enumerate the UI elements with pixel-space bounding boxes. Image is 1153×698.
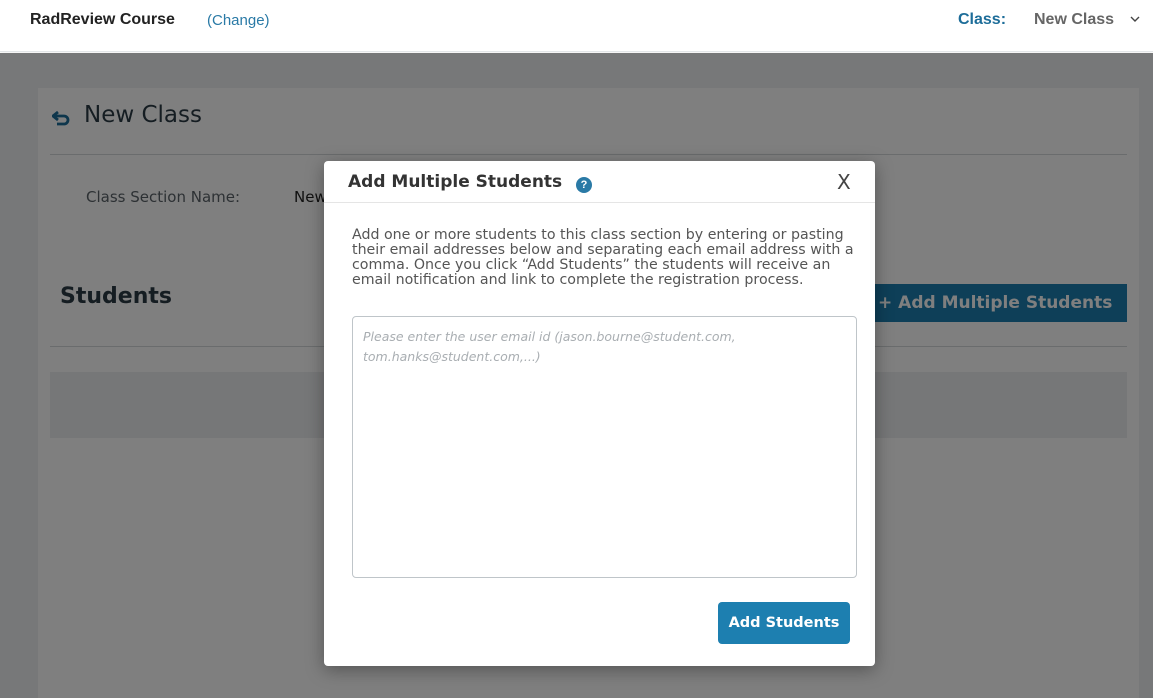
change-course-link[interactable]: (Change)	[207, 12, 270, 29]
course-name: RadReview Course	[30, 11, 175, 28]
add-multiple-students-modal: Add Multiple Students ? X Add one or mor…	[324, 161, 875, 666]
modal-title: Add Multiple Students	[348, 172, 563, 192]
modal-description: Add one or more students to this class s…	[352, 227, 854, 288]
class-label: Class:	[958, 11, 1007, 28]
modal-header: Add Multiple Students ? X	[324, 161, 875, 203]
question-circle-icon[interactable]: ?	[576, 177, 592, 193]
add-students-button[interactable]: Add Students	[718, 602, 850, 644]
class-selector[interactable]: New Class	[1034, 11, 1114, 29]
close-button[interactable]: X	[837, 170, 851, 194]
chevron-down-icon[interactable]	[1130, 14, 1140, 24]
top-bar: RadReview Course (Change) Class: New Cla…	[0, 0, 1153, 52]
email-input[interactable]	[352, 316, 857, 578]
